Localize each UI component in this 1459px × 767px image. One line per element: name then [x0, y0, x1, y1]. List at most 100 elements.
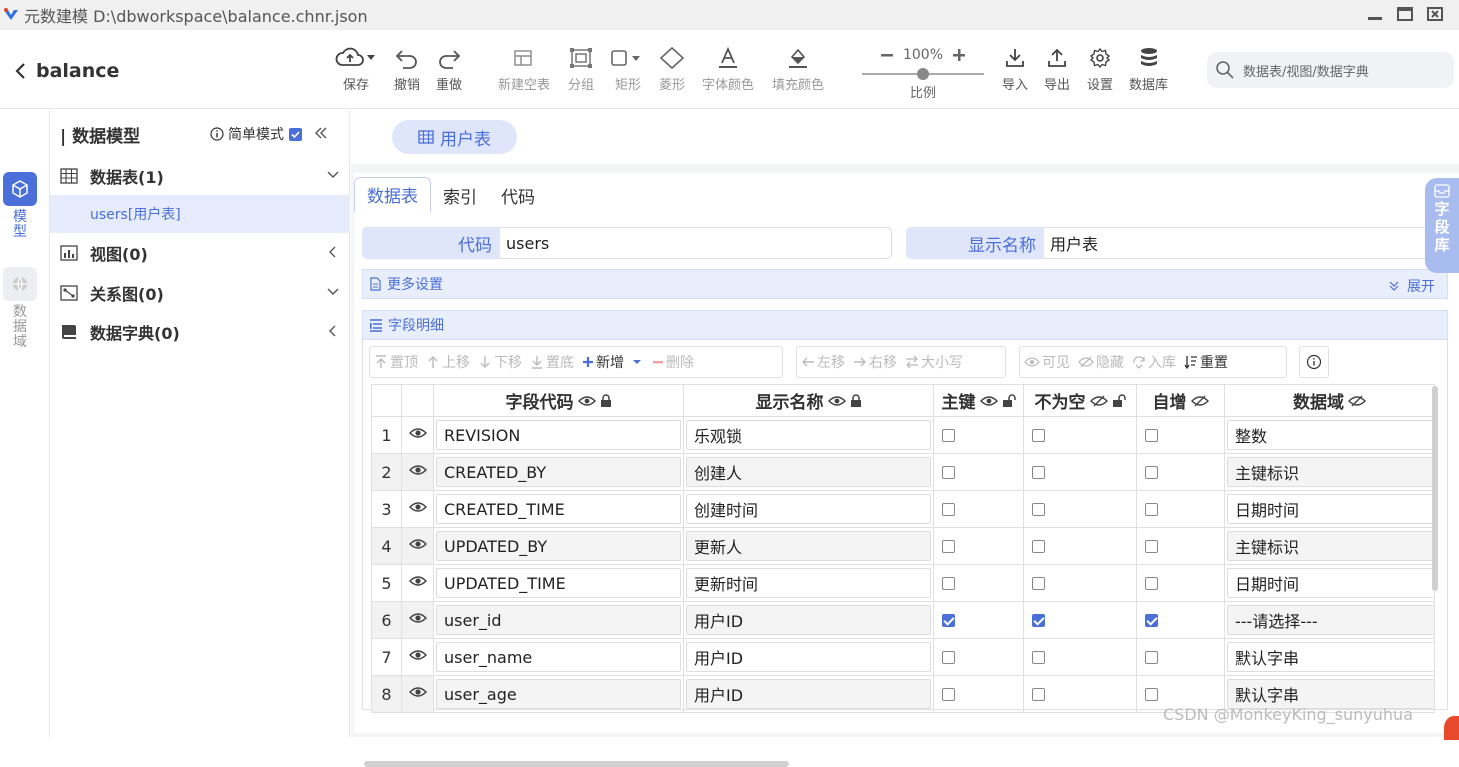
field-domain-select[interactable]: ---请选择--- [1227, 605, 1434, 635]
auto-increment-checkbox[interactable] [1145, 502, 1158, 516]
not-null-checkbox[interactable] [1032, 650, 1045, 664]
primary-key-checkbox[interactable] [942, 576, 955, 590]
vertical-scrollbar[interactable] [1432, 386, 1438, 591]
auto-increment-checkbox[interactable] [1145, 428, 1158, 442]
field-name-input[interactable]: 创建时间 [686, 494, 931, 524]
hide-button[interactable]: 隐藏 [1074, 347, 1128, 377]
simple-mode-toggle[interactable]: 简单模式 [210, 124, 302, 144]
auto-increment-checkbox[interactable] [1145, 539, 1158, 553]
horizontal-scrollbar[interactable] [364, 761, 789, 767]
field-name-input[interactable]: 创建人 [686, 457, 931, 487]
field-code-input[interactable]: CREATED_BY [436, 457, 681, 487]
undo-button[interactable]: 撤销 [394, 44, 420, 93]
table-row[interactable]: 1 REVISION 乐观锁 整数 [371, 416, 1435, 454]
back-button[interactable]: balance [14, 60, 119, 82]
field-code-input[interactable]: UPDATED_TIME [436, 568, 681, 598]
tree-node-tables[interactable]: 数据表(1) [50, 157, 350, 195]
not-null-checkbox[interactable] [1032, 539, 1045, 553]
to-library-button[interactable]: 入库 [1128, 347, 1180, 377]
primary-key-checkbox[interactable] [942, 465, 955, 479]
field-code-input[interactable]: user_name [436, 642, 681, 672]
field-domain-select[interactable]: 默认字串 [1227, 642, 1434, 672]
maximize-icon[interactable] [1396, 5, 1414, 23]
zoom-out-icon[interactable] [880, 49, 893, 61]
tree-node-relations[interactable]: 关系图(0) [50, 274, 350, 312]
grid-info-button[interactable] [1299, 346, 1329, 378]
field-domain-select[interactable]: 整数 [1227, 420, 1434, 450]
col-domain[interactable]: 数据域 [1224, 384, 1435, 417]
tree-leaf-users[interactable]: users[用户表] [50, 195, 350, 233]
subtab-index[interactable]: 索引 [431, 177, 489, 213]
field-name-input[interactable]: 用户ID [686, 605, 931, 635]
subtab-code[interactable]: 代码 [489, 177, 547, 213]
field-domain-select[interactable]: 主键标识 [1227, 457, 1434, 487]
field-name-input[interactable]: 更新人 [686, 531, 931, 561]
tab-users[interactable]: 用户表 [392, 120, 517, 154]
not-null-checkbox[interactable] [1032, 428, 1045, 442]
row-visible-toggle[interactable] [401, 490, 434, 528]
not-null-checkbox[interactable] [1032, 465, 1045, 479]
add-field-button[interactable]: 新增 [578, 347, 628, 377]
tree-node-dicts[interactable]: 数据字典(0) [50, 313, 350, 351]
field-name-input[interactable]: 乐观锁 [686, 420, 931, 450]
move-top-button[interactable]: 置顶 [370, 347, 422, 377]
auto-increment-checkbox[interactable] [1145, 687, 1158, 701]
not-null-checkbox[interactable] [1032, 502, 1045, 516]
tree-node-views[interactable]: 视图(0) [50, 234, 350, 272]
field-code-input[interactable]: user_age [436, 679, 681, 709]
col-name[interactable]: 显示名称 [683, 384, 934, 417]
not-null-checkbox[interactable] [1032, 687, 1045, 701]
primary-key-checkbox[interactable] [942, 613, 955, 627]
field-code-input[interactable]: user_id [436, 605, 681, 635]
import-button[interactable]: 导入 [1002, 44, 1028, 93]
expand-button[interactable]: 展开 [1389, 276, 1435, 296]
table-row[interactable]: 7 user_name 用户ID 默认字串 [371, 638, 1435, 676]
table-row[interactable]: 3 CREATED_TIME 创建时间 日期时间 [371, 490, 1435, 528]
close-icon[interactable] [1426, 5, 1444, 23]
col-autoinc[interactable]: 自增 [1136, 384, 1225, 417]
field-domain-select[interactable]: 日期时间 [1227, 568, 1434, 598]
zoom-in-icon[interactable] [953, 49, 966, 61]
row-visible-toggle[interactable] [401, 564, 434, 602]
table-row[interactable]: 2 CREATED_BY 创建人 主键标识 [371, 453, 1435, 491]
table-row[interactable]: 6 user_id 用户ID ---请选择--- [371, 601, 1435, 639]
save-button[interactable]: 保存 [334, 44, 378, 93]
search-input[interactable]: 数据表/视图/数据字典 [1243, 61, 1369, 80]
auto-increment-checkbox[interactable] [1145, 650, 1158, 664]
move-down-button[interactable]: 下移 [474, 347, 526, 377]
settings-button[interactable]: 设置 [1087, 44, 1113, 93]
delete-field-button[interactable]: 删除 [648, 347, 698, 377]
auto-increment-checkbox[interactable] [1145, 465, 1158, 479]
reset-button[interactable]: 重置 [1180, 347, 1232, 377]
collapse-panel-icon[interactable] [314, 126, 328, 140]
visible-button[interactable]: 可见 [1020, 347, 1074, 377]
rect-button[interactable]: 矩形 [610, 44, 646, 93]
row-visible-toggle[interactable] [401, 638, 434, 676]
row-visible-toggle[interactable] [401, 527, 434, 565]
primary-key-checkbox[interactable] [942, 650, 955, 664]
fill-color-button[interactable]: 填充颜色 [772, 44, 824, 93]
search-box[interactable]: 数据表/视图/数据字典 [1207, 52, 1454, 88]
field-domain-select[interactable]: 日期时间 [1227, 494, 1434, 524]
code-input[interactable]: users [500, 227, 892, 259]
primary-key-checkbox[interactable] [942, 687, 955, 701]
field-name-input[interactable]: 更新时间 [686, 568, 931, 598]
move-right-button[interactable]: 右移 [849, 347, 901, 377]
primary-key-checkbox[interactable] [942, 428, 955, 442]
table-row[interactable]: 4 UPDATED_BY 更新人 主键标识 [371, 527, 1435, 565]
export-button[interactable]: 导出 [1044, 44, 1070, 93]
move-bottom-button[interactable]: 置底 [526, 347, 578, 377]
zoom-slider-handle[interactable] [917, 68, 929, 80]
simple-mode-checkbox[interactable] [289, 127, 302, 141]
auto-increment-checkbox[interactable] [1145, 576, 1158, 590]
field-code-input[interactable]: CREATED_TIME [436, 494, 681, 524]
field-code-input[interactable]: REVISION [436, 420, 681, 450]
auto-increment-checkbox[interactable] [1145, 613, 1158, 627]
table-row[interactable]: 5 UPDATED_TIME 更新时间 日期时间 [371, 564, 1435, 602]
field-name-input[interactable]: 用户ID [686, 642, 931, 672]
row-visible-toggle[interactable] [401, 601, 434, 639]
more-settings-bar[interactable]: 更多设置 展开 [362, 269, 1448, 299]
zoom-slider[interactable] [862, 68, 984, 80]
move-up-button[interactable]: 上移 [422, 347, 474, 377]
new-table-button[interactable]: 新建空表 [498, 44, 550, 93]
